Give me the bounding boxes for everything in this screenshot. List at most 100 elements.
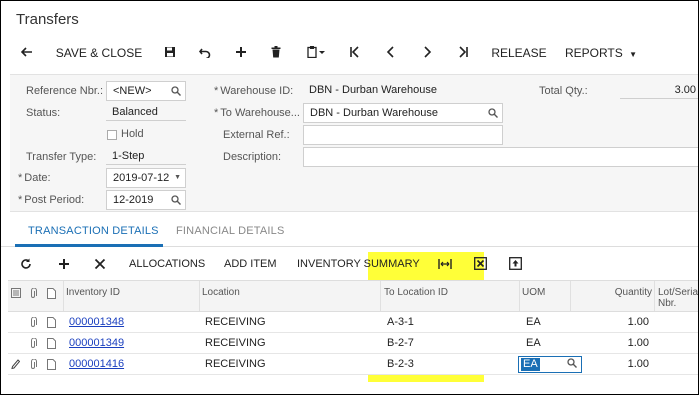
attachment-icon (31, 288, 37, 298)
col-uom[interactable]: UOM (522, 287, 545, 298)
table-row[interactable]: 000001416 RECEIVING B-2-3 1.00 (8, 354, 698, 375)
transfer-type-label: Transfer Type: (26, 151, 97, 163)
upload-button[interactable] (509, 251, 525, 277)
post-period-label-text: Post Period: (24, 194, 85, 206)
quantity-cell[interactable]: 1.00 (589, 337, 649, 349)
hold-checkbox[interactable] (107, 130, 117, 140)
inventory-id-link[interactable]: 000001416 (69, 358, 124, 370)
add-button[interactable] (230, 39, 252, 67)
external-ref-field[interactable] (303, 125, 503, 145)
delete-row-button[interactable] (94, 251, 110, 277)
close-x-icon (94, 258, 106, 270)
back-arrow-icon (20, 47, 32, 57)
caret-down-icon: ▼ (629, 50, 638, 59)
table-row[interactable]: 000001349 RECEIVING B-2-7 EA 1.00 (8, 333, 698, 354)
fit-width-button[interactable] (438, 251, 454, 277)
refresh-button[interactable] (20, 251, 36, 277)
attachment-icon[interactable] (29, 338, 37, 349)
next-icon (424, 46, 432, 58)
location-cell[interactable]: RECEIVING (205, 316, 266, 328)
required-mark: * (214, 85, 219, 97)
post-period-label: * Post Period: (18, 194, 84, 206)
to-location-cell[interactable]: B-2-7 (387, 337, 414, 349)
add-row-button[interactable] (58, 251, 74, 277)
reference-nbr-field[interactable]: <NEW> (106, 81, 186, 101)
column-separator (63, 281, 64, 311)
grid-header: Inventory ID Location To Location ID UOM… (8, 280, 698, 312)
page-title: Transfers (16, 11, 79, 28)
refresh-icon (21, 258, 31, 269)
search-icon[interactable] (567, 358, 577, 371)
note-icon[interactable] (47, 359, 56, 370)
previous-record-button[interactable] (380, 39, 402, 67)
uom-editor-value[interactable]: EA (521, 358, 540, 371)
tab-financial-details[interactable]: FINANCIAL DETAILS (176, 225, 285, 237)
reports-label: REPORTS (564, 46, 623, 60)
first-record-button[interactable] (344, 39, 366, 67)
column-separator (380, 281, 381, 311)
upload-icon (509, 257, 522, 270)
back-button[interactable] (15, 39, 39, 67)
export-excel-icon (474, 257, 487, 270)
add-item-button[interactable]: ADD ITEM (224, 251, 277, 277)
copy-paste-button[interactable] (301, 39, 331, 67)
table-row[interactable]: 000001348 RECEIVING A-3-1 EA 1.00 (8, 312, 698, 333)
release-button[interactable]: RELEASE (485, 39, 553, 67)
export-excel-button[interactable] (474, 251, 490, 277)
inventory-id-link[interactable]: 000001348 (69, 316, 124, 328)
save-close-button[interactable]: SAVE & CLOSE (49, 39, 149, 67)
delete-button[interactable] (265, 39, 287, 67)
to-location-cell[interactable]: A-3-1 (387, 316, 414, 328)
post-period-field[interactable]: 12-2019 (106, 190, 186, 210)
date-label-text: Date: (24, 172, 51, 184)
status-value: Balanced (106, 103, 186, 121)
uom-cell[interactable]: EA (526, 337, 541, 349)
col-location[interactable]: Location (202, 287, 240, 298)
quantity-cell[interactable]: 1.00 (589, 316, 649, 328)
add-icon (59, 259, 69, 269)
main-toolbar: SAVE & CLOSE RELEASE REPORTS ▼ (1, 39, 698, 67)
note-icon[interactable] (47, 317, 56, 328)
next-record-button[interactable] (416, 39, 438, 67)
undo-button[interactable] (194, 39, 216, 67)
col-quantity[interactable]: Quantity (598, 287, 652, 298)
save-button[interactable] (159, 39, 181, 67)
inventory-id-link[interactable]: 000001349 (69, 337, 124, 349)
col-lot-serial-line1: Lot/Seria (658, 287, 699, 298)
col-inventory-id[interactable]: Inventory ID (66, 287, 120, 298)
save-icon (165, 47, 175, 57)
description-field[interactable] (303, 147, 698, 167)
pencil-icon (11, 359, 20, 370)
col-to-location-id[interactable]: To Location ID (384, 287, 448, 298)
allocations-button[interactable]: ALLOCATIONS (129, 251, 205, 277)
attachment-icon[interactable] (29, 317, 37, 328)
search-icon[interactable] (488, 104, 498, 122)
hold-label: Hold (121, 128, 144, 140)
row-selector-icon[interactable] (11, 288, 21, 298)
search-icon[interactable] (171, 82, 181, 100)
location-cell[interactable]: RECEIVING (205, 358, 266, 370)
note-icon[interactable] (47, 338, 56, 349)
warehouse-id-label: * Warehouse ID: (214, 85, 293, 97)
reference-nbr-value: <NEW> (113, 85, 152, 97)
uom-cell[interactable]: EA (526, 316, 541, 328)
date-value: 2019-07-12 (113, 172, 170, 184)
inventory-summary-button[interactable]: INVENTORY SUMMARY (297, 251, 420, 277)
tab-transaction-details[interactable]: TRANSACTION DETAILS (28, 225, 159, 237)
uom-editor[interactable]: EA (518, 356, 582, 373)
copy-paste-icon (307, 46, 325, 59)
last-icon (459, 46, 468, 58)
to-location-cell[interactable]: B-2-3 (387, 358, 414, 370)
search-icon[interactable] (171, 191, 181, 209)
date-field[interactable]: 2019-07-12 ▼ (106, 168, 186, 188)
last-record-button[interactable] (452, 39, 474, 67)
undo-icon (198, 48, 211, 60)
reports-menu[interactable]: REPORTS ▼ (561, 39, 641, 67)
col-lot-serial[interactable]: Lot/Seria Nbr. (658, 287, 698, 309)
attachment-icon[interactable] (29, 359, 37, 370)
transfers-window: Transfers SAVE & CLOSE RELEASE REPORTS ▼… (0, 0, 699, 395)
quantity-cell[interactable]: 1.00 (589, 358, 649, 370)
caret-down-icon[interactable]: ▼ (174, 169, 181, 187)
to-warehouse-field[interactable]: DBN - Durban Warehouse (303, 103, 503, 123)
location-cell[interactable]: RECEIVING (205, 337, 266, 349)
